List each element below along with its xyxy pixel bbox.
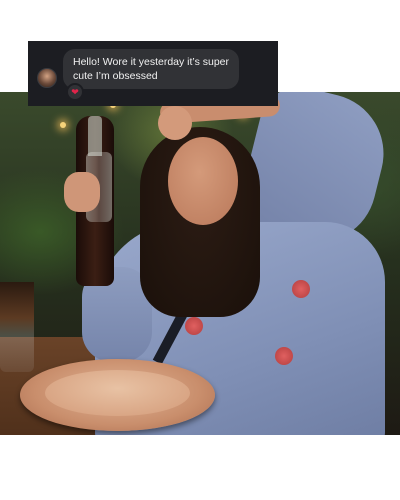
string-light bbox=[60, 122, 66, 128]
shirt-flower bbox=[292, 280, 310, 298]
face bbox=[168, 137, 238, 225]
shirt-flower bbox=[275, 347, 293, 365]
message-bubble[interactable]: Hello! Wore it yesterday it’s super cute… bbox=[63, 49, 239, 89]
hand-on-head bbox=[158, 106, 192, 140]
shirt-flower bbox=[185, 317, 203, 335]
post-photo bbox=[0, 92, 400, 435]
reaction-emoji: ❤ bbox=[71, 86, 79, 97]
hand-holding-bottle bbox=[64, 172, 100, 212]
avatar[interactable] bbox=[37, 68, 57, 88]
plate-center bbox=[45, 370, 190, 416]
message-text: Hello! Wore it yesterday it’s super cute… bbox=[73, 56, 230, 82]
bottle-neck bbox=[88, 116, 102, 156]
drink-glass bbox=[0, 282, 34, 372]
dm-screenshot: Hello! Wore it yesterday it’s super cute… bbox=[28, 41, 278, 106]
heart-reaction-icon[interactable]: ❤ bbox=[66, 83, 84, 101]
